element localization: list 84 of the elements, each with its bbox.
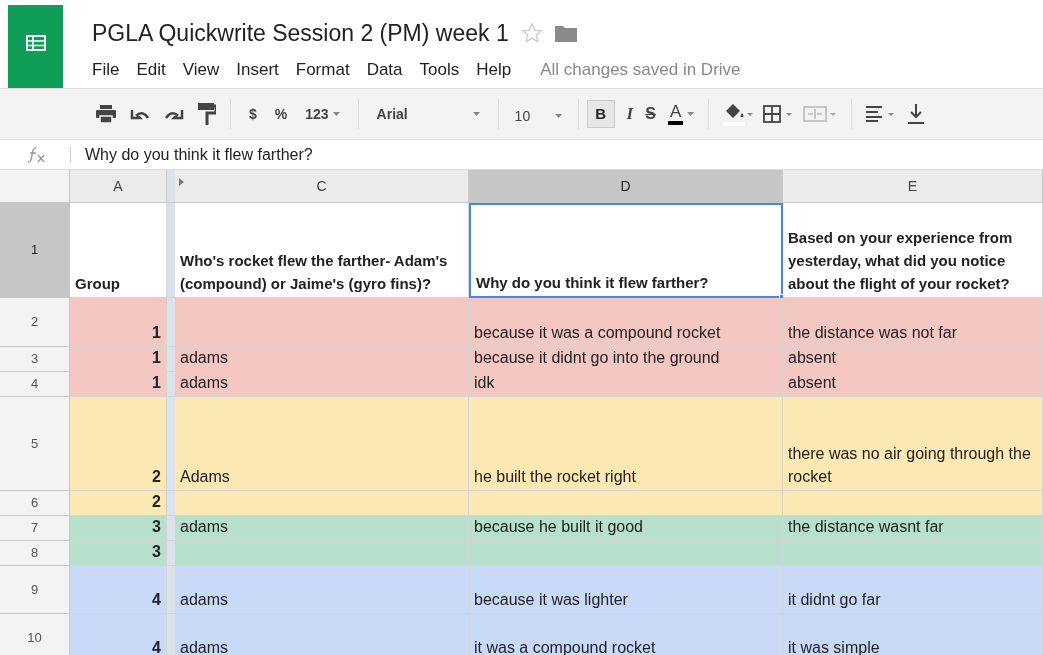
table-cell-text: 1 (152, 373, 161, 393)
menu-item[interactable]: Format (295, 56, 350, 82)
font-dropdown[interactable]: Arial (358, 99, 499, 129)
save-status: All changes saved in Drive (540, 58, 741, 81)
table-cell-text: 1 (152, 348, 161, 368)
table-cell-text: adams (180, 590, 229, 610)
column-header[interactable]: E (783, 170, 1043, 203)
table-cell-text: absent (788, 348, 837, 368)
caret-icon (472, 112, 480, 116)
percent-format-button[interactable]: % (274, 103, 288, 125)
caret-icon (554, 114, 562, 118)
table-cell-text: 3 (152, 517, 161, 537)
borders-icon[interactable] (763, 105, 794, 123)
table-cell-text: because he built it good (474, 517, 643, 537)
caret-icon (332, 112, 340, 116)
star-icon[interactable] (520, 22, 543, 45)
fill-color-icon[interactable] (723, 102, 754, 126)
row-header[interactable]: 5 (0, 397, 70, 491)
sheets-logo[interactable] (8, 5, 63, 88)
fx-icon (27, 146, 47, 163)
menu-item[interactable]: File (92, 56, 120, 82)
table-cell-text: because it was lighter (474, 590, 628, 610)
strikethrough-button[interactable]: S (645, 102, 656, 126)
table-cell-text: 2 (152, 467, 161, 487)
merge-cells-icon[interactable] (803, 105, 838, 123)
bold-button[interactable]: B (586, 100, 615, 128)
print-icon[interactable] (96, 105, 116, 123)
table-cell-text: 1 (152, 323, 161, 343)
row-header[interactable]: 7 (0, 516, 70, 541)
table-cell-text: adams (180, 517, 229, 537)
table-cell-text: 3 (152, 542, 161, 562)
caret-icon (687, 112, 695, 116)
menu-item[interactable]: Help (476, 56, 512, 82)
menu-item[interactable]: Edit (136, 56, 166, 82)
italic-button[interactable]: I (626, 101, 634, 127)
more-formats-button[interactable]: 123 (305, 103, 340, 125)
align-left-icon[interactable] (866, 106, 897, 122)
table-cell-text: he built the rocket right (474, 467, 636, 487)
row-header[interactable]: 8 (0, 541, 70, 566)
header-cell-text: Group (75, 274, 120, 294)
header-cell-text: Who's rocket flew the farther- Adam's (compound) or Jaime's (gyro fins)? (180, 251, 449, 294)
row-header[interactable]: 10 (0, 614, 70, 655)
menu-item[interactable]: Insert (236, 56, 279, 82)
spreadsheet-icon (25, 35, 46, 51)
folder-icon[interactable] (554, 24, 577, 43)
table-cell-text: because it was a compound rocket (474, 323, 721, 343)
column-header[interactable]: D (469, 170, 783, 203)
currency-format-button[interactable]: $ (249, 103, 257, 125)
table-cell-text: 2 (152, 492, 161, 512)
redo-icon[interactable] (164, 108, 184, 120)
menu-item[interactable]: Data (366, 56, 403, 82)
table-cell-text: it didnt go far (788, 590, 881, 610)
row-header[interactable]: 3 (0, 347, 70, 372)
vertical-align-icon[interactable] (908, 104, 925, 124)
undo-icon[interactable] (130, 108, 150, 120)
table-cell-text: there was no air going through the rocket (788, 444, 1032, 487)
table-cell-text: adams (180, 638, 229, 655)
table-cell-text: adams (180, 373, 229, 393)
table-cell-text: the distance was not far (788, 323, 957, 343)
paint-format-icon[interactable] (198, 103, 216, 125)
row-header[interactable]: 1 (0, 203, 70, 298)
table-cell-text: because it didnt go into the ground (474, 348, 720, 368)
table-cell-text: Adams (180, 467, 230, 487)
menu-item[interactable]: Tools (419, 56, 460, 82)
column-header[interactable]: C (175, 170, 469, 203)
table-cell-text: 4 (152, 590, 161, 610)
row-header[interactable]: 4 (0, 372, 70, 397)
header-cell-text: Based on your experience from yesterday, what did you notice about the flight of your rocket? (788, 228, 1014, 294)
row-header[interactable]: 6 (0, 491, 70, 516)
row-header[interactable]: 2 (0, 298, 70, 347)
header-cell-text: Why do you think it flew farther? (476, 273, 709, 293)
font-size-dropdown[interactable]: 10 (498, 99, 579, 129)
table-cell-text: idk (474, 373, 495, 393)
column-header[interactable]: A (70, 170, 167, 203)
table-cell-text: absent (788, 373, 837, 393)
row-header[interactable]: 9 (0, 566, 70, 614)
table-cell-text: the distance wasnt far (788, 517, 944, 537)
menu-item[interactable]: View (182, 56, 220, 82)
text-color-button[interactable]: A (667, 103, 695, 125)
document-title[interactable]: PGLA Quickwrite Session 2 (PM) week 1 (92, 16, 509, 51)
expand-hidden-column-icon[interactable] (179, 178, 184, 186)
table-cell-text: adams (180, 348, 229, 368)
formula-field[interactable]: Why do you think it flew farther? (85, 142, 313, 167)
table-cell-text: 4 (152, 638, 161, 655)
